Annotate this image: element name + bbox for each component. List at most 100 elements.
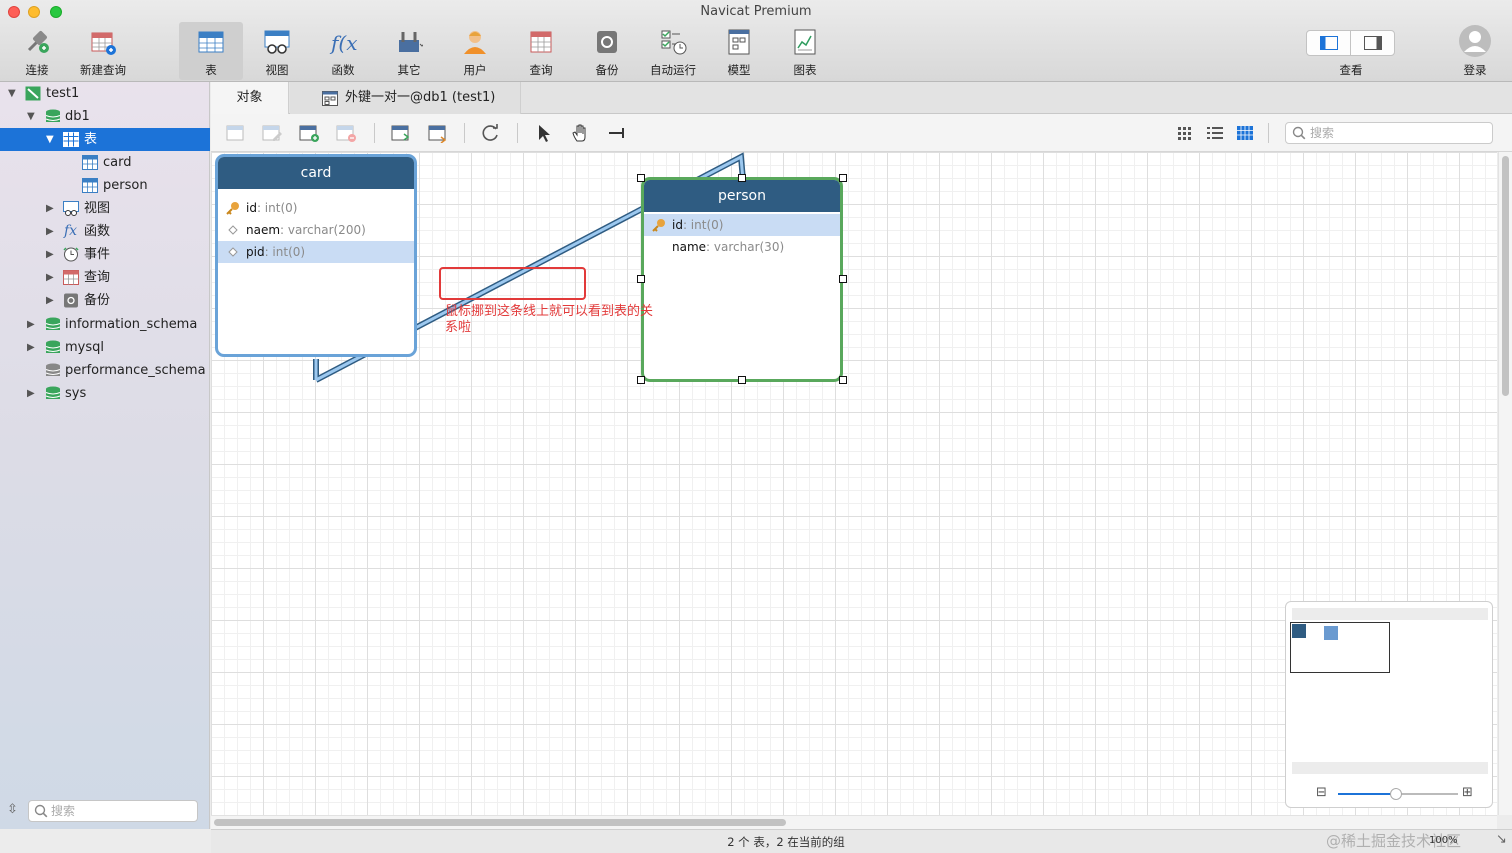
tree-item-information-schema[interactable]: ▶ information_schema (0, 313, 210, 336)
vertical-scroll-thumb[interactable] (1502, 156, 1509, 396)
pointer-icon[interactable] (533, 123, 555, 143)
tree-item-db1[interactable]: ▼ db1 (0, 105, 210, 128)
expand-triangle-icon[interactable]: ▼ (27, 105, 35, 128)
entity-field[interactable]: id: int(0) (644, 214, 840, 236)
grid-view-icon[interactable] (1174, 123, 1196, 143)
resize-handle[interactable] (738, 376, 746, 384)
navigator-entity-person (1324, 626, 1338, 640)
window-titlebar: Navicat Premium 连接 新建查询 表 视图 f(x) 函数 其它 … (0, 0, 1512, 82)
tree-item-mysql[interactable]: ▶ mysql (0, 336, 210, 359)
resize-handle[interactable] (637, 376, 645, 384)
relation-tool-icon[interactable] (607, 123, 629, 143)
diagram-view-icon[interactable] (1234, 123, 1256, 143)
resize-handle[interactable] (637, 275, 645, 283)
expand-triangle-icon[interactable]: ▶ (46, 220, 54, 243)
expand-triangle-icon[interactable]: ▶ (27, 382, 35, 405)
automation-icon (661, 30, 687, 55)
table-icon (198, 31, 224, 53)
diagram-navigator[interactable]: ⊟ ⊞ (1285, 601, 1493, 808)
expand-triangle-icon[interactable]: ▶ (27, 313, 35, 336)
query-icon (530, 31, 552, 53)
new-table-disabled-icon[interactable] (225, 123, 247, 143)
horizontal-scroll-thumb[interactable] (214, 819, 786, 826)
model-icon (728, 29, 750, 55)
login-button[interactable]: 登录 (1446, 22, 1504, 80)
tree-item-person[interactable]: person (0, 174, 210, 197)
expand-triangle-icon[interactable]: ▶ (27, 336, 35, 359)
toolbar-view-button[interactable]: 视图 (245, 22, 309, 80)
entity-field[interactable]: name: varchar(30) (644, 236, 840, 258)
toolbar-new-query-button[interactable]: 新建查询 (71, 22, 135, 80)
entity-field[interactable]: id: int(0) (218, 197, 414, 219)
resize-handle[interactable] (839, 174, 847, 182)
annotation-text: 鼠标挪到这条线上就可以看到表的关系啦 (445, 304, 654, 335)
tab-objects[interactable]: 对象 (211, 82, 289, 114)
entity-person[interactable]: person id: int(0) name: varchar(30) (641, 177, 843, 382)
zoom-slider-knob[interactable] (1390, 788, 1402, 800)
toolbar-user-button[interactable]: 用户 (443, 22, 507, 80)
zoom-out-icon[interactable]: ⊟ (1316, 785, 1327, 800)
entity-field[interactable]: naem: varchar(200) (218, 219, 414, 241)
tree-item-test1[interactable]: ▼ test1 (0, 82, 210, 105)
tab-bar: 对象 外键一对一@db1 (test1) (211, 82, 1512, 114)
edit-table-disabled-icon[interactable] (261, 123, 283, 143)
tree-item-card[interactable]: card (0, 151, 210, 174)
import-table-icon[interactable] (390, 123, 412, 143)
toolbar-model-button[interactable]: 模型 (707, 22, 771, 80)
sidebar-options-icon[interactable]: ⇳ (7, 802, 18, 817)
tree-item-backups[interactable]: ▶ 备份 (0, 289, 210, 312)
expand-triangle-icon[interactable]: ▶ (46, 266, 54, 289)
resize-handle[interactable] (839, 376, 847, 384)
toolbar-label: 用户 (463, 63, 487, 77)
tree-item-events[interactable]: ▶ 事件 (0, 243, 210, 266)
toolbar-table-button[interactable]: 表 (179, 22, 243, 80)
refresh-icon[interactable] (480, 123, 502, 143)
delete-table-disabled-icon[interactable] (335, 123, 357, 143)
expand-triangle-icon[interactable]: ▶ (46, 243, 54, 266)
tree-item-tables[interactable]: ▼ 表 (0, 128, 210, 151)
expand-triangle-icon[interactable]: ▶ (46, 289, 54, 312)
tree-item-performance-schema[interactable]: performance_schema (0, 359, 210, 382)
entity-card[interactable]: card id: int(0) naem: varchar(200) pid: … (215, 154, 417, 357)
list-view-icon[interactable] (1204, 123, 1226, 143)
hand-icon[interactable] (570, 123, 592, 143)
resize-handle[interactable] (738, 174, 746, 182)
tab-er-diagram[interactable]: 外键一对一@db1 (test1) (290, 82, 521, 114)
expand-triangle-icon[interactable]: ▼ (46, 128, 54, 151)
horizontal-scrollbar[interactable] (211, 815, 1497, 829)
er-diagram-canvas[interactable]: card id: int(0) naem: varchar(200) pid: … (211, 152, 1497, 815)
tree-item-sys[interactable]: ▶ sys (0, 382, 210, 405)
tree-item-label: 视图 (84, 201, 111, 216)
resize-handle[interactable] (839, 275, 847, 283)
toolbar-query-button[interactable]: 查询 (509, 22, 573, 80)
toolbar-chart-button[interactable]: 图表 (773, 22, 837, 80)
entity-field[interactable]: pid: int(0) (218, 241, 414, 263)
toolbar-backup-button[interactable]: 备份 (575, 22, 639, 80)
expand-triangle-icon[interactable]: ▶ (46, 197, 54, 220)
tree-item-queries[interactable]: ▶ 查询 (0, 266, 210, 289)
zoom-in-icon[interactable]: ⊞ (1462, 785, 1473, 800)
expand-triangle-icon[interactable]: ▼ (8, 82, 16, 105)
tree-item-functions[interactable]: ▶ fx 函数 (0, 220, 210, 243)
navigator-viewport[interactable] (1290, 622, 1390, 673)
tree-item-views[interactable]: ▶ 视图 (0, 197, 210, 220)
toolbar-connection-button[interactable]: 连接 (5, 22, 69, 80)
sidebar-search-input[interactable]: 搜索 (28, 800, 198, 822)
function-icon: fx (64, 223, 78, 239)
sidebar: ▼ test1 ▼ db1 ▼ 表 card person ▶ 视图 ▶ fx … (0, 82, 210, 829)
toolbar-automation-button[interactable]: 自动运行 (641, 22, 705, 80)
add-table-icon[interactable] (298, 123, 320, 143)
toggle-right-pane-button[interactable] (1352, 31, 1395, 55)
export-table-icon[interactable] (427, 123, 449, 143)
tree-item-label: 备份 (84, 293, 111, 308)
search-icon (34, 804, 48, 818)
diagram-search-input[interactable]: 搜索 (1285, 122, 1493, 144)
toggle-left-pane-button[interactable] (1307, 31, 1351, 55)
resize-grip-icon[interactable]: ↘ (1496, 832, 1507, 847)
resize-handle[interactable] (637, 174, 645, 182)
vertical-scrollbar[interactable] (1498, 152, 1512, 815)
navigator-entity-card (1292, 624, 1306, 638)
toolbar-function-button[interactable]: f(x) 函数 (311, 22, 375, 80)
toolbar-other-button[interactable]: 其它 (377, 22, 441, 80)
toolbar-label: 图表 (793, 63, 817, 77)
